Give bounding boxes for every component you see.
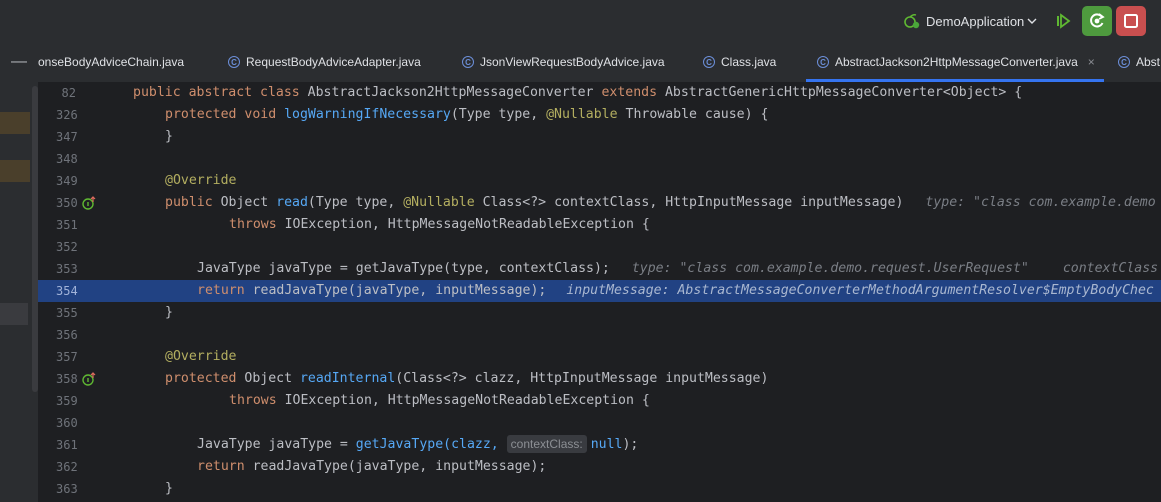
tab-label: AbstractJackson2HttpMessageConverter.jav… xyxy=(835,55,1078,69)
tab-request-body-advice-adapter[interactable]: C RequestBodyAdviceAdapter.java xyxy=(228,42,421,82)
tab-abstract-jackson2-http-message-converter[interactable]: C AbstractJackson2HttpMessageConverter.j… xyxy=(806,42,1104,82)
current-execution-line: return readJavaType(javaType, inputMessa… xyxy=(130,280,1161,302)
line-number: 353 xyxy=(38,258,130,280)
line-number-text: 355 xyxy=(56,306,78,320)
line-number: 358 xyxy=(38,368,130,390)
line-number-text: 352 xyxy=(56,240,78,254)
code-line: throws IOException, HttpMessageNotReadab… xyxy=(229,217,650,232)
tab-label: Abst xyxy=(1136,55,1161,69)
class-icon: C xyxy=(817,56,829,68)
debug-icon xyxy=(1057,13,1071,29)
line-number-text: 326 xyxy=(56,108,78,122)
line-number-text: 357 xyxy=(56,350,78,364)
main-toolbar: DemoApplication xyxy=(0,0,1161,42)
line-number: 356 xyxy=(38,324,130,346)
current-frame-marker xyxy=(0,303,28,325)
code-line: @Override xyxy=(165,349,237,364)
line-number-text: 82 xyxy=(61,86,76,100)
left-tool-strip xyxy=(0,82,38,502)
code-line: } xyxy=(165,305,173,320)
line-number: 348 xyxy=(38,148,130,170)
code-line: protected Object readInternal(Class<?> c… xyxy=(165,371,769,386)
tab-label: JsonViewRequestBodyAdvice.java xyxy=(480,55,665,69)
line-number: 326 xyxy=(38,104,130,126)
line-number: 360 xyxy=(38,412,130,434)
stop-button[interactable] xyxy=(1116,6,1146,36)
line-number-text: 362 xyxy=(56,460,78,474)
code-line: @Override xyxy=(165,173,237,188)
editor-tab-bar: onseBodyAdviceChain.java C RequestBodyAd… xyxy=(0,42,1161,83)
rerun-icon xyxy=(1090,13,1105,28)
code-line: protected void logWarningIfNecessary(Typ… xyxy=(165,107,769,122)
inline-debug-value: contextClass xyxy=(1062,261,1159,276)
tab-label: onseBodyAdviceChain.java xyxy=(38,55,185,69)
line-number-text: 349 xyxy=(56,174,78,188)
code-line: } xyxy=(165,481,173,496)
debug-run-button[interactable] xyxy=(1048,6,1078,36)
class-icon: C xyxy=(462,56,474,68)
inline-debug-value: type: "class com.example.demo xyxy=(925,195,1156,210)
stop-icon xyxy=(1124,14,1138,28)
run-configuration-name: DemoApplication xyxy=(926,13,1025,29)
breakpoint-frame-marker xyxy=(0,160,30,182)
line-number: 355 xyxy=(38,302,130,324)
line-number-text: 353 xyxy=(56,262,78,276)
run-configuration-selector[interactable]: DemoApplication xyxy=(902,10,1041,32)
line-number: 362 xyxy=(38,456,130,478)
line-number-text: 348 xyxy=(56,152,78,166)
line-number-text: 347 xyxy=(56,130,78,144)
override-icon[interactable] xyxy=(82,196,96,210)
line-number-text: 360 xyxy=(56,416,78,430)
class-icon: C xyxy=(703,56,715,68)
breakpoint-frame-marker xyxy=(0,112,30,134)
override-icon[interactable] xyxy=(82,372,96,386)
code-line: JavaType javaType = getJavaType(clazz, c… xyxy=(197,435,639,453)
code-line: } xyxy=(165,129,173,144)
line-number-text: 363 xyxy=(56,482,78,496)
line-number: 350 xyxy=(38,192,130,214)
line-number: 349 xyxy=(38,170,130,192)
tab-json-view-request-body-advice[interactable]: C JsonViewRequestBodyAdvice.java xyxy=(462,42,665,82)
line-number: 361 xyxy=(38,434,130,456)
class-icon: C xyxy=(228,56,240,68)
collapse-panel-button[interactable]: — xyxy=(0,42,38,82)
inline-debug-value: inputMessage: AbstractMessageConverterMe… xyxy=(566,283,1154,298)
code-line: public Object read(Type type, @Nullable … xyxy=(165,195,1156,210)
code-line: throws IOException, HttpMessageNotReadab… xyxy=(229,393,650,408)
parameter-name-hint: contextClass: xyxy=(506,435,587,453)
line-number: 359 xyxy=(38,390,130,412)
tab-label: RequestBodyAdviceAdapter.java xyxy=(246,55,421,69)
line-number-text: 350 xyxy=(56,196,78,210)
line-number: 363 xyxy=(38,478,130,500)
line-number-text: 351 xyxy=(56,218,78,232)
class-icon: C xyxy=(1118,56,1130,68)
inline-debug-value: type: "class com.example.demo.request.Us… xyxy=(631,261,1029,276)
line-number-text: 354 xyxy=(56,284,78,298)
tab-abstract-overflow[interactable]: C Abst xyxy=(1118,42,1160,82)
line-number-text: 358 xyxy=(56,372,78,386)
line-number-text: 356 xyxy=(56,328,78,342)
close-icon[interactable]: × xyxy=(1088,55,1095,69)
line-number-text: 361 xyxy=(56,438,78,452)
code-editor[interactable]: public abstract class AbstractJackson2Ht… xyxy=(130,82,1161,502)
rerun-button[interactable] xyxy=(1082,6,1112,36)
line-number-current: 354 xyxy=(38,280,130,302)
chevron-down-icon xyxy=(1027,18,1037,24)
tab-response-body-advice-chain[interactable]: onseBodyAdviceChain.java xyxy=(38,42,184,82)
spring-app-icon xyxy=(904,14,920,29)
line-number: 357 xyxy=(38,346,130,368)
code-line: JavaType javaType = getJavaType(type, co… xyxy=(197,261,1159,276)
code-line: return readJavaType(javaType, inputMessa… xyxy=(197,459,547,474)
line-number: 82 xyxy=(38,82,130,104)
tab-label: Class.java xyxy=(721,55,777,69)
line-number: 351 xyxy=(38,214,130,236)
code-line: public abstract class AbstractJackson2Ht… xyxy=(133,85,1023,100)
line-number-text: 359 xyxy=(56,394,78,408)
line-number: 347 xyxy=(38,126,130,148)
line-number: 352 xyxy=(38,236,130,258)
tab-class-java[interactable]: C Class.java xyxy=(703,42,776,82)
